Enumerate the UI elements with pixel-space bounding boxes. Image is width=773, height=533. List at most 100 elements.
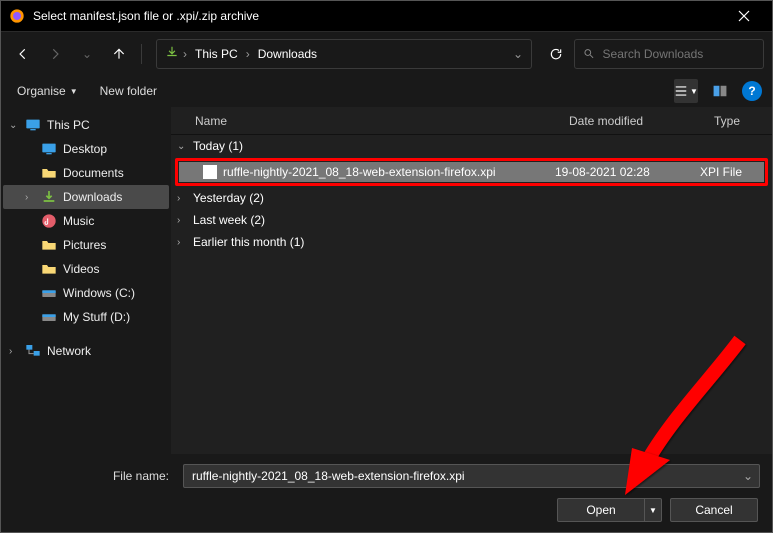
caret-down-icon: ▼ xyxy=(649,506,657,515)
sidebar-item-windows-c-[interactable]: Windows (C:) xyxy=(3,281,169,305)
preview-pane-button[interactable] xyxy=(708,79,732,103)
toolbar: Organise ▼ New folder ▼ ? xyxy=(1,75,772,107)
search-box[interactable] xyxy=(574,39,764,69)
sidebar-item-downloads[interactable]: › Downloads xyxy=(3,185,169,209)
breadcrumb-item-pc[interactable]: This PC xyxy=(191,45,242,63)
view-details-button[interactable]: ▼ xyxy=(674,79,698,103)
sidebar-item-documents[interactable]: Documents xyxy=(3,161,169,185)
close-icon xyxy=(738,10,750,22)
chevron-down-icon[interactable]: ⌄ xyxy=(513,47,523,61)
sidebar-label: Videos xyxy=(63,262,99,276)
search-input[interactable] xyxy=(603,47,755,61)
sidebar-label: This PC xyxy=(47,118,90,132)
group-label: Earlier this month (1) xyxy=(193,235,304,249)
up-button[interactable] xyxy=(105,40,133,68)
close-button[interactable] xyxy=(724,1,764,31)
sidebar-label: Downloads xyxy=(63,190,122,204)
download-icon xyxy=(41,189,57,205)
monitor-icon xyxy=(25,117,41,133)
sidebar-label: Network xyxy=(47,344,91,358)
arrow-left-icon xyxy=(16,47,30,61)
sidebar-label: Desktop xyxy=(63,142,107,156)
file-group[interactable]: › Earlier this month (1) xyxy=(171,231,772,253)
file-row[interactable]: ruffle-nightly-2021_08_18-web-extension-… xyxy=(179,162,764,182)
refresh-icon xyxy=(549,47,563,61)
breadcrumb-item-downloads[interactable]: Downloads xyxy=(254,45,321,63)
navigation-bar: ⌄ › This PC › Downloads ⌄ xyxy=(1,31,772,75)
sidebar-item-desktop[interactable]: Desktop xyxy=(3,137,169,161)
drive-icon xyxy=(41,309,57,325)
column-headers: Name Date modified Type xyxy=(171,107,772,135)
refresh-button[interactable] xyxy=(542,40,570,68)
file-list: ⌄ Today (1) ruffle-nightly-2021_08_18-web-… xyxy=(171,135,772,454)
column-name[interactable]: Name xyxy=(189,114,569,128)
folder-icon xyxy=(41,261,57,277)
separator xyxy=(141,44,142,64)
chevron-right-icon: › xyxy=(177,193,187,204)
sidebar-item-music[interactable]: Music xyxy=(3,209,169,233)
open-button[interactable]: Open xyxy=(557,498,645,522)
chevron-right-icon: › xyxy=(177,215,187,226)
file-group[interactable]: › Last week (2) xyxy=(171,209,772,231)
sidebar-item-this-pc[interactable]: ⌄ This PC xyxy=(3,113,169,137)
sidebar-label: Windows (C:) xyxy=(63,286,135,300)
organise-button[interactable]: Organise ▼ xyxy=(11,80,84,102)
folder-icon xyxy=(41,237,57,253)
chevron-right-icon: › xyxy=(183,47,187,61)
file-name-label: File name: xyxy=(13,469,173,483)
chevron-down-icon: ⌄ xyxy=(82,47,92,61)
titlebar: Select manifest.json file or .xpi/.zip a… xyxy=(1,1,772,31)
chevron-down-icon: ⌄ xyxy=(177,141,187,152)
list-icon xyxy=(674,84,688,98)
download-folder-icon xyxy=(165,45,179,62)
firefox-icon xyxy=(9,8,25,24)
help-button[interactable]: ? xyxy=(742,81,762,101)
sidebar-item-pictures[interactable]: Pictures xyxy=(3,233,169,257)
forward-button[interactable] xyxy=(41,40,69,68)
arrow-right-icon xyxy=(48,47,62,61)
sidebar-label: My Stuff (D:) xyxy=(63,310,130,324)
sidebar-label: Pictures xyxy=(63,238,106,252)
new-folder-button[interactable]: New folder xyxy=(94,80,163,102)
file-date: 19-08-2021 02:28 xyxy=(555,165,700,179)
file-icon xyxy=(203,165,217,179)
caret-down-icon: ▼ xyxy=(70,87,78,96)
sidebar-label: Music xyxy=(63,214,94,228)
open-dropdown-button[interactable]: ▼ xyxy=(644,498,662,522)
file-name: ruffle-nightly-2021_08_18-web-extension-… xyxy=(223,165,555,179)
group-label: Today (1) xyxy=(193,139,243,153)
arrow-up-icon xyxy=(112,47,126,61)
network-icon xyxy=(25,343,41,359)
file-group[interactable]: ⌄ Today (1) xyxy=(171,135,772,157)
file-type: XPI File xyxy=(700,165,758,179)
panel-icon xyxy=(713,85,727,97)
search-icon xyxy=(583,47,595,60)
sidebar: ⌄ This PC Desktop Documents › Downloads Musi… xyxy=(1,107,171,454)
sidebar-item-network[interactable]: › Network xyxy=(3,339,169,363)
recent-button[interactable]: ⌄ xyxy=(73,40,101,68)
window-title: Select manifest.json file or .xpi/.zip a… xyxy=(33,9,724,23)
drive-icon xyxy=(41,285,57,301)
column-type[interactable]: Type xyxy=(714,114,772,128)
music-icon xyxy=(41,213,57,229)
monitor-icon xyxy=(41,141,57,157)
folder-icon xyxy=(41,165,57,181)
file-group[interactable]: › Yesterday (2) xyxy=(171,187,772,209)
help-icon: ? xyxy=(748,84,755,98)
chevron-right-icon: › xyxy=(25,192,35,203)
sidebar-label: Documents xyxy=(63,166,124,180)
file-name-input[interactable]: ruffle-nightly-2021_08_18-web-extension-… xyxy=(183,464,760,488)
cancel-button[interactable]: Cancel xyxy=(670,498,758,522)
sidebar-item-videos[interactable]: Videos xyxy=(3,257,169,281)
group-label: Yesterday (2) xyxy=(193,191,264,205)
sidebar-item-my-stuff-d-[interactable]: My Stuff (D:) xyxy=(3,305,169,329)
file-pane: Name Date modified Type ⌄ Today (1) ruffle… xyxy=(171,107,772,454)
chevron-right-icon: › xyxy=(177,237,187,248)
footer: File name: ruffle-nightly-2021_08_18-web… xyxy=(1,454,772,532)
column-date[interactable]: Date modified xyxy=(569,114,714,128)
chevron-right-icon: › xyxy=(246,47,250,61)
group-label: Last week (2) xyxy=(193,213,265,227)
breadcrumb[interactable]: › This PC › Downloads ⌄ xyxy=(156,39,532,69)
chevron-down-icon: ⌄ xyxy=(9,120,19,131)
back-button[interactable] xyxy=(9,40,37,68)
